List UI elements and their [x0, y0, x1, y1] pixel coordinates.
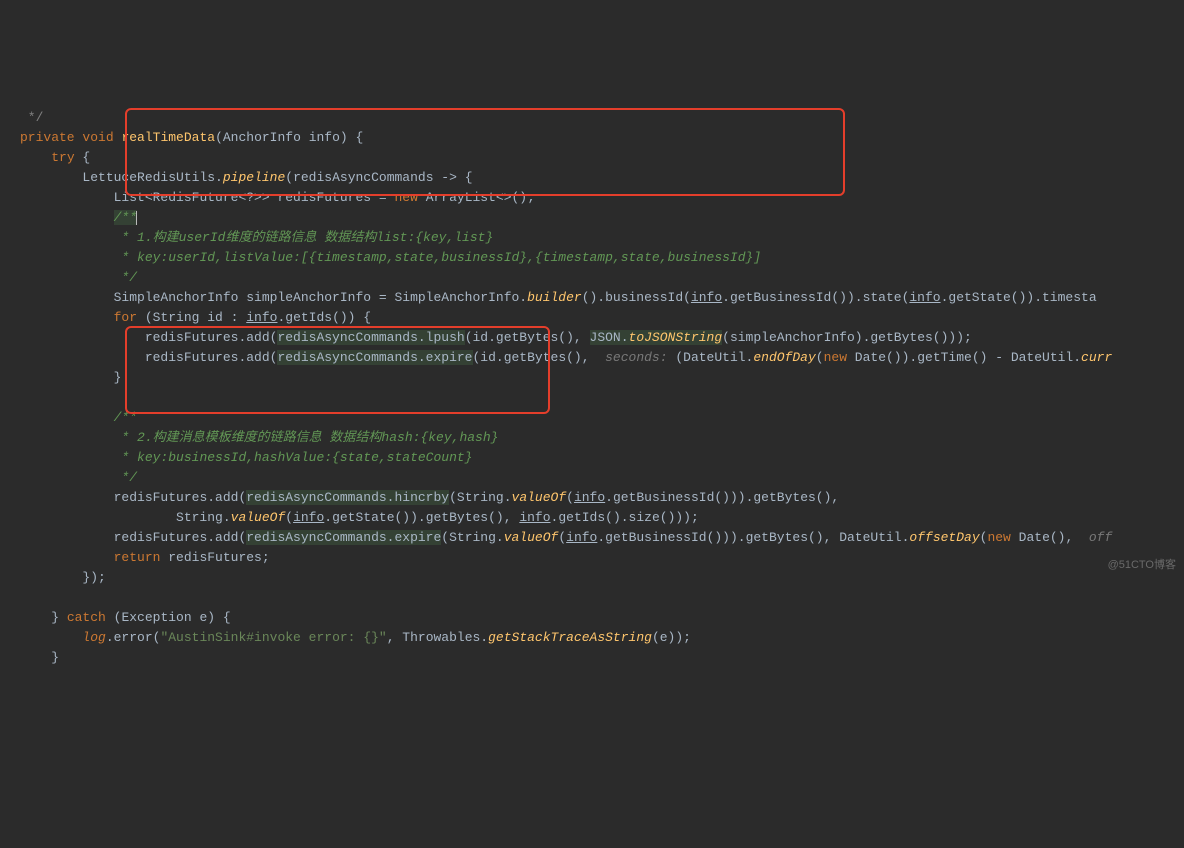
for-head-b: .getIds()) { — [277, 310, 371, 325]
add-lpush-a: redisFutures.add( — [145, 330, 278, 345]
expire2-f: Date(), — [1011, 530, 1081, 545]
log-error-a: .error( — [106, 630, 161, 645]
add-expire-b: (id.getBytes(), — [473, 350, 598, 365]
hincrby-c: ( — [566, 490, 574, 505]
builder: builder — [527, 290, 582, 305]
kw-return: return — [114, 550, 161, 565]
kw-catch: catch — [67, 610, 106, 625]
info-ref-6: info — [519, 510, 550, 525]
hincrby-g: .getState()).getBytes(), — [324, 510, 519, 525]
try-close: } — [51, 610, 67, 625]
add-lpush-b: (id.getBytes(), — [465, 330, 590, 345]
doc-open-1: /** — [114, 210, 137, 225]
call-pipeline: pipeline — [223, 170, 285, 185]
log-var: log — [82, 630, 105, 645]
code-editor[interactable]: */ private void realTimeData(AnchorInfo … — [0, 88, 1184, 668]
expire2-c: ( — [558, 530, 566, 545]
add-expire-a: redisFutures.add( — [145, 350, 278, 365]
hincrby-b: (String. — [449, 490, 511, 505]
doc-line-2a: * 2.构建消息模板维度的链路信息 数据结构hash:{key,hash} — [114, 430, 499, 445]
decl-list: List<RedisFuture<?>> redisFutures = — [114, 190, 395, 205]
lambda-open: (redisAsyncCommands -> { — [285, 170, 472, 185]
builder-chain-c: .getBusinessId()).state( — [722, 290, 909, 305]
watermark: @51CTO博客 — [1108, 555, 1176, 575]
doc-close-1: */ — [114, 270, 137, 285]
kw-void: void — [82, 130, 113, 145]
add-lpush-c: (simpleAnchorInfo).getBytes())); — [722, 330, 972, 345]
comment-close: */ — [20, 110, 43, 125]
for-close: } — [114, 370, 122, 385]
method-params: (AnchorInfo info) { — [215, 130, 363, 145]
catch-close: } — [51, 650, 59, 665]
log-error-b: , Throwables. — [387, 630, 488, 645]
info-ref-5: info — [293, 510, 324, 525]
expire2-b: (String. — [441, 530, 503, 545]
lambda-close: }); — [82, 570, 105, 585]
hincrby-f: ( — [285, 510, 293, 525]
hincrby-d: .getBusinessId())).getBytes(), — [605, 490, 839, 505]
info-ref-3: info — [246, 310, 277, 325]
expire2-call: redisAsyncCommands.expire — [246, 530, 441, 545]
error-string: "AustinSink#invoke error: {}" — [160, 630, 386, 645]
valueof-1: valueOf — [512, 490, 567, 505]
expire2-d: .getBusinessId())).getBytes(), DateUtil. — [597, 530, 909, 545]
hincrby-e: String. — [176, 510, 231, 525]
return-val: redisFutures; — [160, 550, 269, 565]
dateutil-a: (DateUtil. — [675, 350, 753, 365]
info-ref-7: info — [566, 530, 597, 545]
call-pipeline-recv: LettuceRedisUtils. — [82, 170, 222, 185]
builder-chain-b: ().businessId( — [582, 290, 691, 305]
hincrby-a: redisFutures.add( — [114, 490, 247, 505]
expire-call: redisAsyncCommands.expire — [277, 350, 472, 365]
kw-private: private — [20, 130, 75, 145]
offsetday: offsetDay — [909, 530, 979, 545]
kw-new-2: new — [824, 350, 847, 365]
kw-try: try — [51, 150, 74, 165]
paren-open: ( — [816, 350, 824, 365]
info-ref-1: info — [691, 290, 722, 305]
caret — [136, 211, 137, 225]
valueof-2: valueOf — [231, 510, 286, 525]
info-ref-4: info — [574, 490, 605, 505]
param-hint-seconds: seconds: — [597, 350, 675, 365]
arraylist: ArrayList<>(); — [418, 190, 535, 205]
method-name: realTimeData — [121, 130, 215, 145]
valueof-3: valueOf — [504, 530, 559, 545]
doc-line-1a: * 1.构建userId维度的链路信息 数据结构list:{key,list} — [114, 230, 494, 245]
expire2-a: redisFutures.add( — [114, 530, 247, 545]
endofday: endOfDay — [753, 350, 815, 365]
cur-trunc: curr — [1081, 350, 1112, 365]
doc-close-2: */ — [114, 470, 137, 485]
getstacktrace: getStackTraceAsString — [488, 630, 652, 645]
builder-chain-a: SimpleAnchorInfo simpleAnchorInfo = Simp… — [114, 290, 527, 305]
info-ref-2: info — [909, 290, 940, 305]
builder-chain-d: .getState()).timesta — [941, 290, 1097, 305]
for-head-a: (String id : — [137, 310, 246, 325]
hincrby-call: redisAsyncCommands.hincrby — [246, 490, 449, 505]
try-brace: { — [75, 150, 91, 165]
kw-new: new — [394, 190, 417, 205]
doc-line-2b: * key:businessId,hashValue:{state,stateC… — [114, 450, 473, 465]
catch-head: (Exception e) { — [106, 610, 231, 625]
kw-for: for — [114, 310, 137, 325]
doc-line-1b: * key:userId,listValue:[{timestamp,state… — [114, 250, 762, 265]
param-hint-off: off — [1081, 530, 1112, 545]
doc-open-2: /** — [114, 410, 137, 425]
json-class: JSON.toJSONString — [590, 330, 723, 345]
kw-new-3: new — [987, 530, 1010, 545]
log-error-c: (e)); — [652, 630, 691, 645]
dateutil-b: Date()).getTime() - DateUtil. — [847, 350, 1081, 365]
hincrby-h: .getIds().size())); — [551, 510, 699, 525]
lpush-call: redisAsyncCommands.lpush — [277, 330, 464, 345]
